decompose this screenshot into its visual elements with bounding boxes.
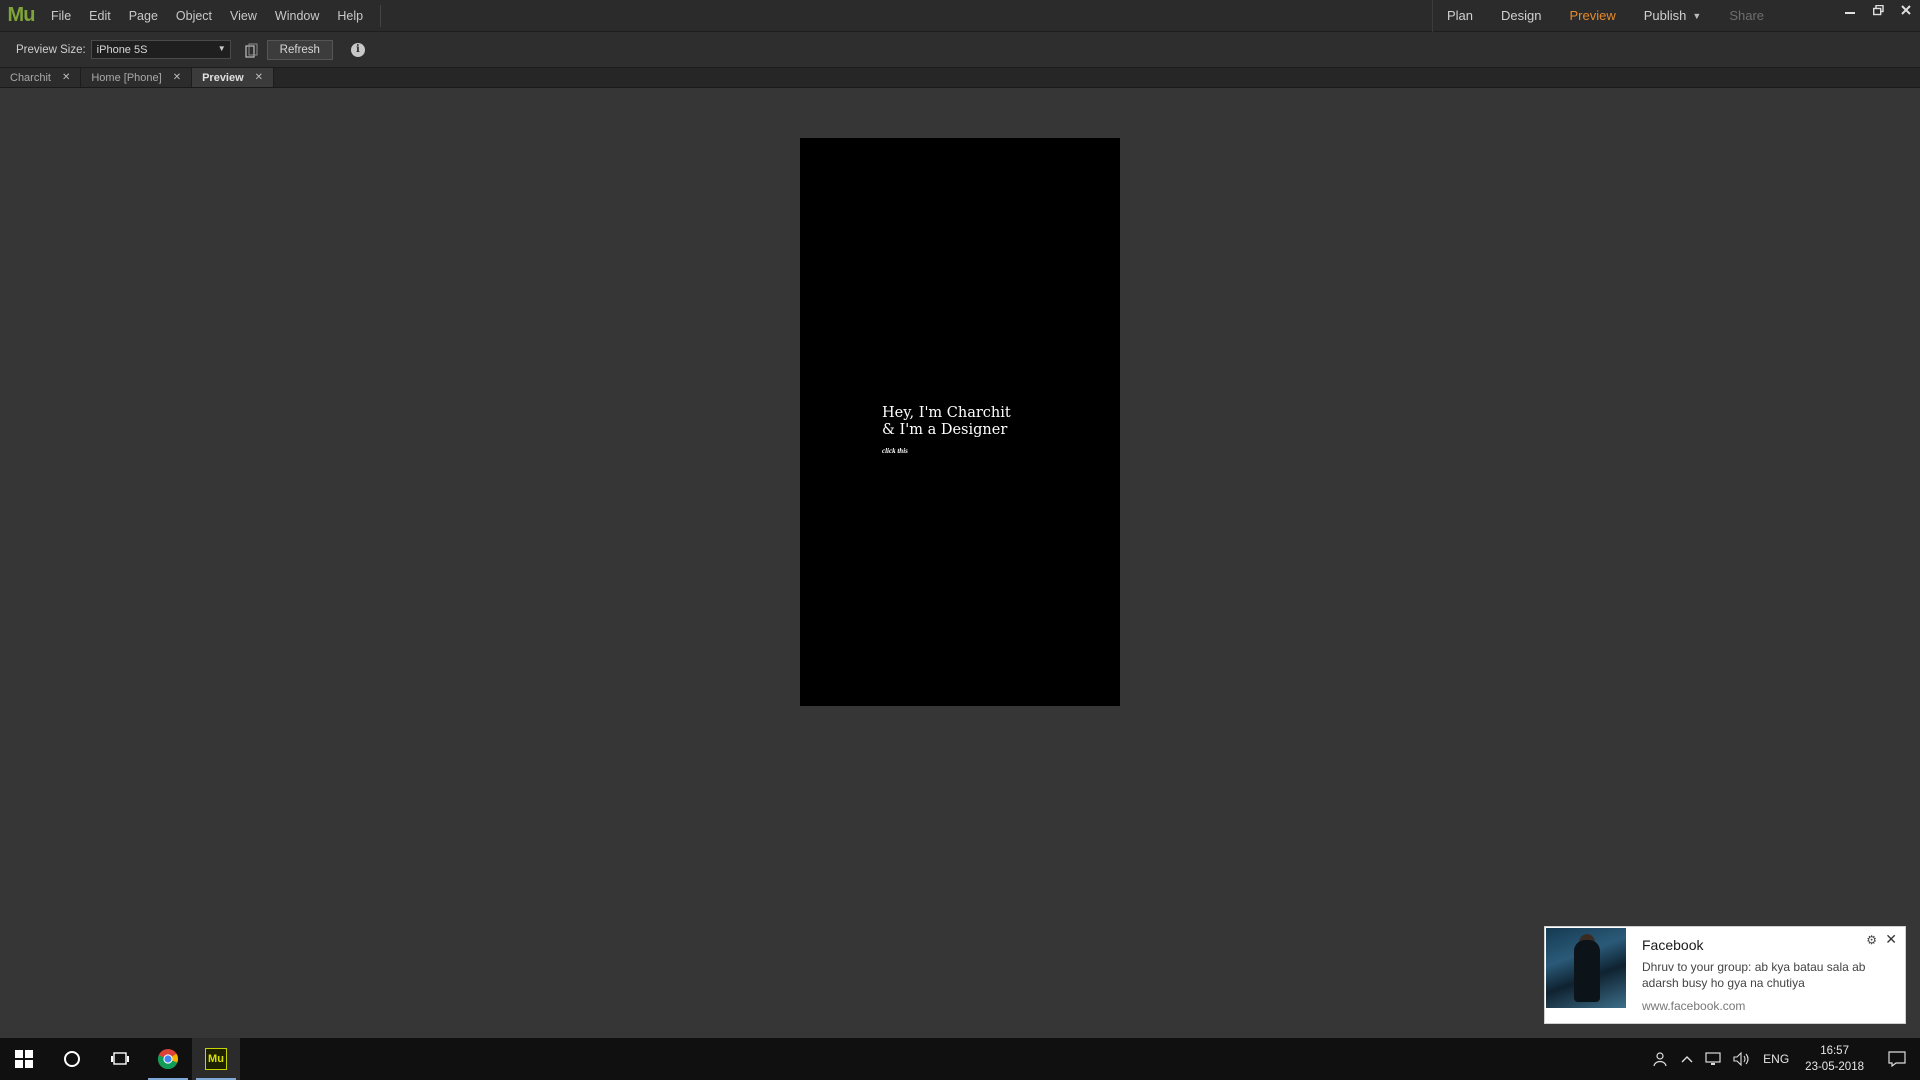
clock-time: 16:57 — [1820, 1045, 1849, 1057]
menu-page[interactable]: Page — [120, 0, 167, 32]
preview-toolbar: Preview Size: iPhone 5S ▼ Refresh i — [0, 32, 1920, 68]
preview-size-label: Preview Size: — [16, 43, 86, 56]
preview-size-dropdown[interactable]: iPhone 5S ▼ — [90, 40, 231, 59]
person-body-shape — [1574, 940, 1600, 1002]
restore-button[interactable] — [1864, 0, 1892, 20]
mode-publish[interactable]: Publish ▼ — [1630, 0, 1716, 32]
menu-window[interactable]: Window — [266, 0, 328, 32]
click-this-link[interactable]: click this — [882, 447, 908, 455]
notification-thumbnail — [1546, 928, 1626, 1008]
mode-plan[interactable]: Plan — [1433, 0, 1487, 32]
clock[interactable]: 16:57 23-05-2018 — [1795, 1043, 1874, 1075]
close-icon — [1901, 5, 1911, 15]
windows-taskbar: Mu ENG 16:57 23-05-2018 — [0, 1038, 1920, 1080]
close-icon[interactable]: ✕ — [62, 72, 70, 83]
people-icon — [1653, 1052, 1667, 1067]
preview-canvas: Hey, I'm Charchit & I'm a Designer click… — [0, 88, 1920, 1038]
phone-headline: Hey, I'm Charchit & I'm a Designer — [882, 405, 1082, 439]
tab-home-phone[interactable]: Home [Phone] ✕ — [81, 68, 193, 87]
mode-preview[interactable]: Preview — [1556, 0, 1630, 32]
chevron-down-icon: ▼ — [217, 44, 226, 53]
tab-charchit[interactable]: Charchit ✕ — [0, 68, 82, 87]
menu-object[interactable]: Object — [167, 0, 221, 32]
task-view-icon — [111, 1052, 129, 1065]
phone-preview-frame: Hey, I'm Charchit & I'm a Designer click… — [800, 138, 1120, 706]
document-tabs: Charchit ✕ Home [Phone] ✕ Preview ✕ — [0, 68, 1920, 88]
language-indicator[interactable]: ENG — [1757, 1052, 1795, 1066]
tab-preview[interactable]: Preview ✕ — [192, 68, 275, 87]
chrome-icon — [157, 1049, 178, 1070]
action-center-button[interactable] — [1874, 1051, 1920, 1067]
speaker-icon — [1733, 1052, 1749, 1066]
gear-icon[interactable]: ⚙ — [1866, 933, 1877, 947]
chevron-down-icon: ▼ — [1692, 11, 1702, 21]
mode-share[interactable]: Share — [1715, 0, 1778, 32]
close-icon[interactable]: ✕ — [1885, 931, 1897, 948]
people-button[interactable] — [1647, 1051, 1675, 1067]
toast-notification[interactable]: Facebook Dhruv to your group: ab kya bat… — [1544, 926, 1906, 1024]
notification-center-icon — [1888, 1051, 1906, 1067]
windows-logo-icon — [15, 1050, 33, 1068]
preview-size-value: iPhone 5S — [96, 43, 148, 56]
show-hidden-icons-button[interactable] — [1675, 1055, 1699, 1063]
mode-publish-label: Publish — [1643, 8, 1687, 23]
menu-help[interactable]: Help — [328, 0, 372, 32]
window-controls — [1836, 0, 1920, 22]
cortana-circle-icon — [64, 1051, 80, 1067]
headline-line-1: Hey, I'm Charchit — [882, 405, 1011, 421]
chevron-up-icon — [1681, 1056, 1693, 1063]
taskbar-muse[interactable]: Mu — [192, 1038, 240, 1080]
muse-logo: Mu — [7, 4, 36, 26]
network-button[interactable] — [1699, 1052, 1727, 1066]
tab-label: Preview — [202, 71, 244, 84]
tab-label: Home [Phone] — [91, 71, 162, 84]
notification-source: www.facebook.com — [1642, 999, 1746, 1013]
mode-design[interactable]: Design — [1487, 0, 1555, 32]
system-tray: ENG 16:57 23-05-2018 — [1647, 1038, 1920, 1080]
notification-body: Facebook Dhruv to your group: ab kya bat… — [1626, 927, 1886, 1023]
menu-file[interactable]: File — [42, 0, 80, 32]
info-icon[interactable]: i — [350, 42, 365, 57]
close-icon[interactable]: ✕ — [173, 72, 181, 83]
menu-view[interactable]: View — [221, 0, 266, 32]
menu-bar: Mu File Edit Page Object View Window Hel… — [0, 0, 1920, 32]
refresh-button[interactable]: Refresh — [266, 39, 333, 60]
minimize-button[interactable] — [1836, 0, 1864, 20]
close-window-button[interactable] — [1892, 0, 1920, 20]
notification-message: Dhruv to your group: ab kya batau sala a… — [1642, 960, 1866, 990]
taskbar-chrome[interactable] — [144, 1038, 192, 1080]
minimize-icon — [1845, 12, 1855, 14]
menu-edit[interactable]: Edit — [80, 0, 120, 32]
tab-label: Charchit — [10, 71, 51, 84]
clock-date: 23-05-2018 — [1805, 1061, 1864, 1073]
network-icon — [1705, 1052, 1721, 1065]
start-button[interactable] — [0, 1038, 48, 1080]
task-view-button[interactable] — [96, 1038, 144, 1080]
volume-button[interactable] — [1727, 1052, 1757, 1066]
close-icon[interactable]: ✕ — [255, 72, 263, 83]
cortana-button[interactable] — [48, 1038, 96, 1080]
notification-app-name: Facebook — [1642, 937, 1704, 953]
restore-icon — [1872, 4, 1884, 15]
rotate-device-icon[interactable] — [243, 42, 259, 58]
menu-divider — [380, 4, 382, 27]
muse-app-icon: Mu — [205, 1048, 227, 1070]
workspace-mode-tabs: Plan Design Preview Publish ▼ Share — [1432, 0, 1778, 32]
headline-line-2: & I'm a Designer — [882, 422, 1008, 438]
